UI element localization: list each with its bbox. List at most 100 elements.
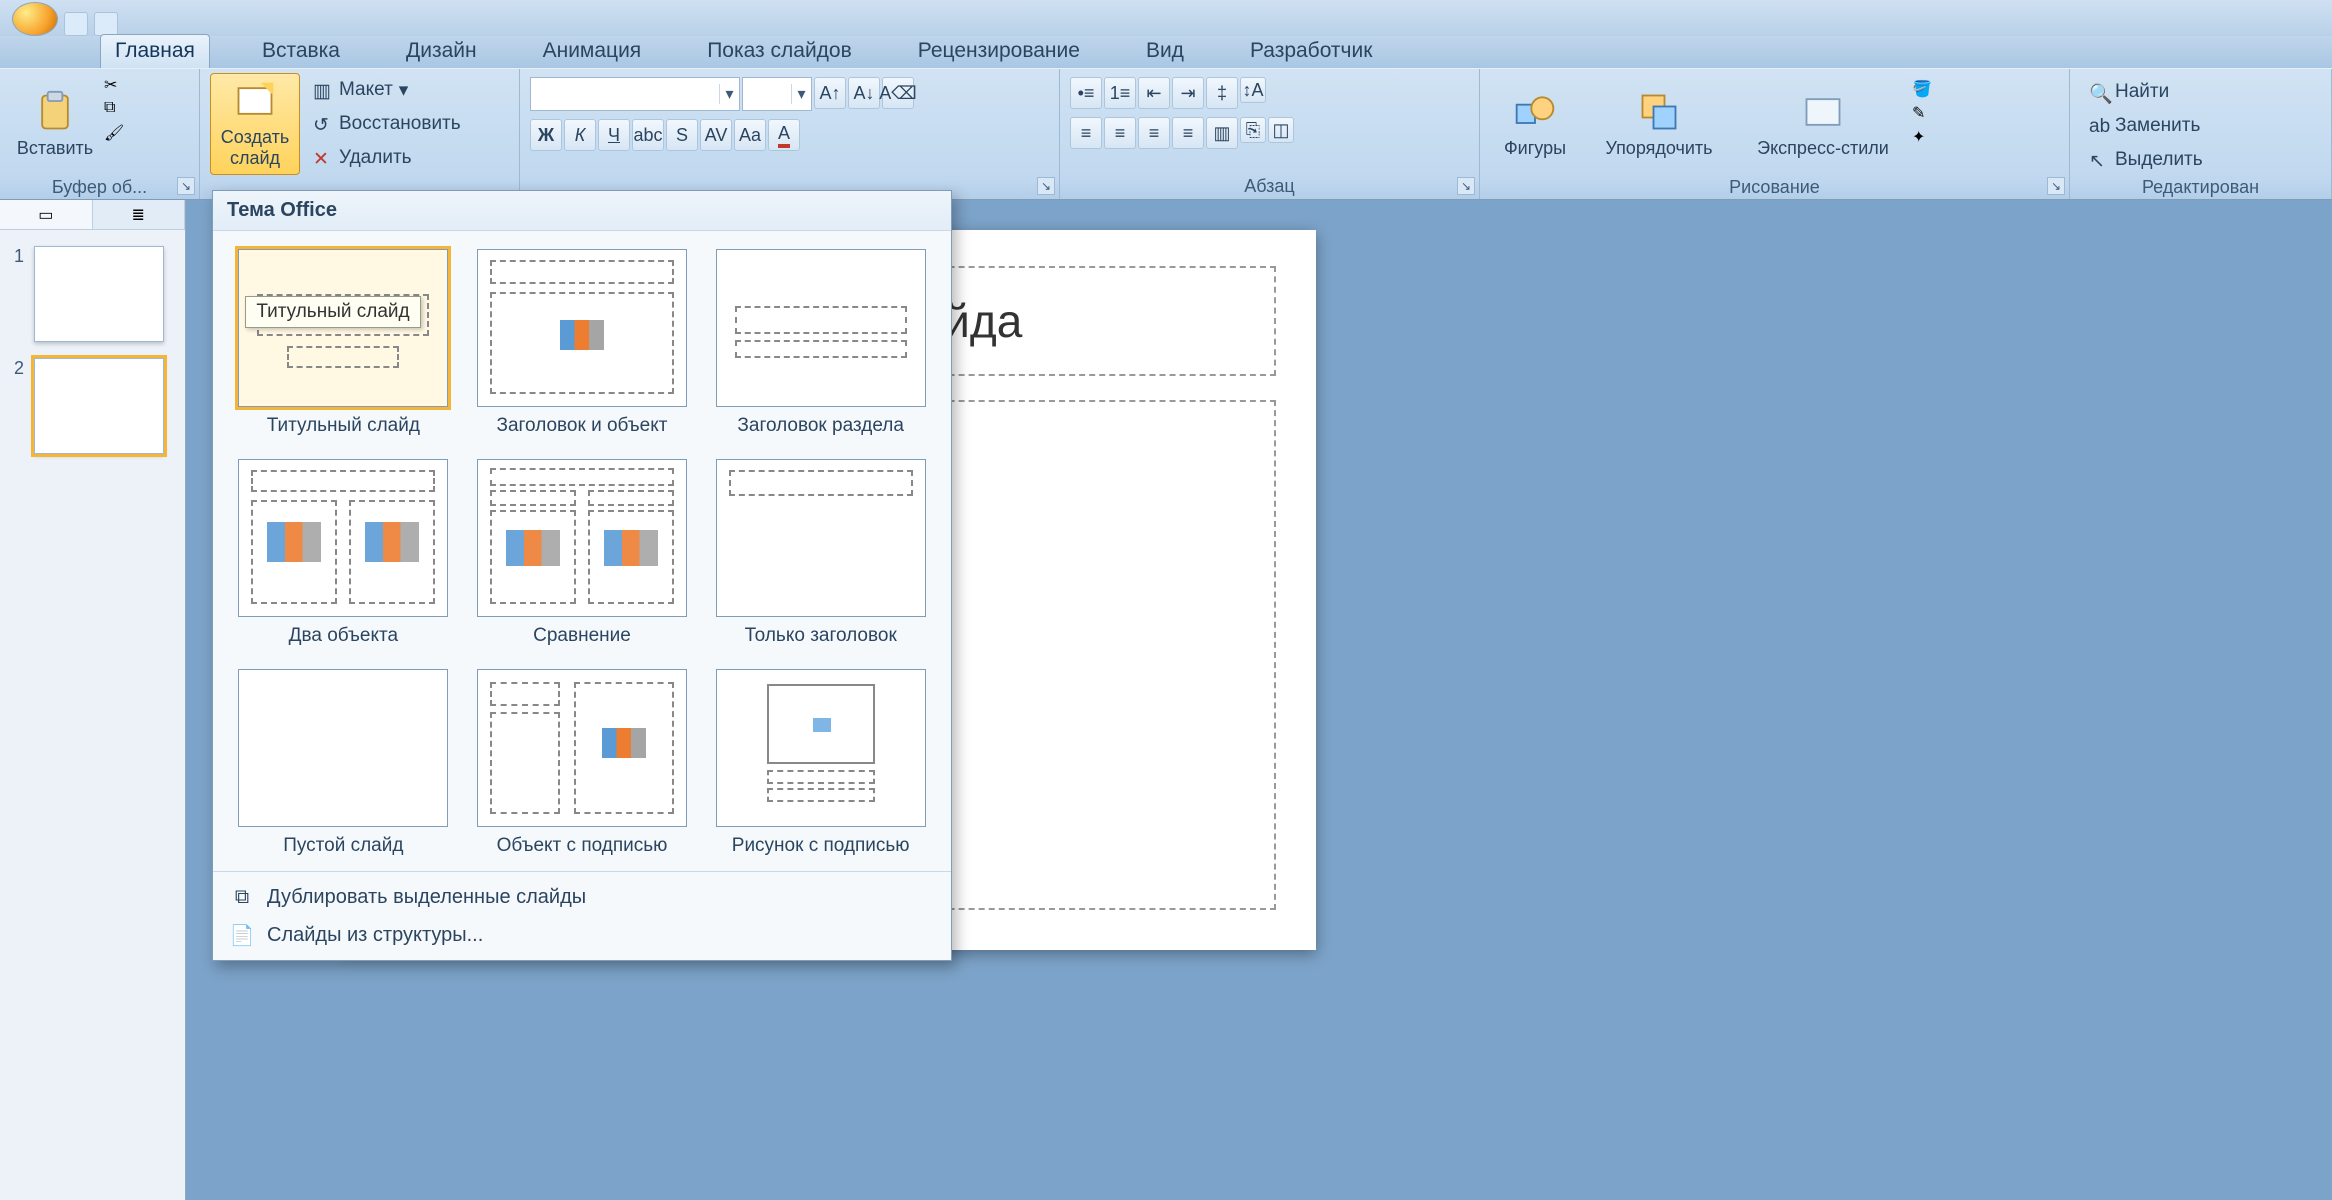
font-launcher-icon[interactable]: ↘ [1037, 177, 1055, 195]
outline-tab-icon[interactable]: ≣ [93, 200, 186, 229]
shape-fill-icon[interactable]: 🪣 [1912, 79, 1932, 99]
slide-thumb-1[interactable]: 1 [14, 246, 171, 342]
quick-styles-icon [1801, 90, 1845, 134]
bullets-icon[interactable]: •≡ [1070, 77, 1102, 109]
shadow-icon[interactable]: S [666, 119, 698, 151]
slide-thumb-2[interactable]: 2 [14, 358, 171, 454]
office-button[interactable] [12, 2, 58, 36]
paragraph-group-label: Абзац [1244, 176, 1295, 197]
shrink-font-icon[interactable]: A↓ [848, 77, 880, 109]
font-family-combo[interactable]: ▾ [530, 77, 740, 111]
shape-effects-icon[interactable]: ✦ [1912, 127, 1932, 147]
clear-format-icon[interactable]: A⌫ [882, 77, 914, 109]
align-justify-icon[interactable]: ≡ [1172, 117, 1204, 149]
strike-icon[interactable]: abc [632, 119, 664, 151]
paragraph-launcher-icon[interactable]: ↘ [1457, 177, 1475, 195]
slides-tab-icon[interactable]: ▭ [0, 200, 93, 229]
reset-button[interactable]: ↺Восстановить [304, 109, 470, 139]
editing-group-label: Редактирован [2142, 177, 2259, 198]
drawing-group-label: Рисование [1729, 177, 1820, 198]
layout-comparison[interactable]: Сравнение [472, 459, 693, 647]
paste-button[interactable]: Вставить [10, 73, 100, 175]
format-painter-icon[interactable]: 🖌 [104, 123, 124, 143]
tab-slideshow[interactable]: Показ слайдов [693, 35, 866, 68]
slides-from-outline-menu[interactable]: 📄 Слайды из структуры... [213, 916, 951, 954]
new-slide-button[interactable]: Создать слайд [210, 73, 300, 175]
ribbon-tabs: Главная Вставка Дизайн Анимация Показ сл… [0, 36, 2332, 68]
char-spacing-icon[interactable]: AV [700, 119, 732, 151]
text-direction-icon[interactable]: ↕A [1240, 77, 1266, 103]
smartart-icon[interactable]: ◫ [1268, 117, 1294, 143]
shapes-icon [1513, 90, 1557, 134]
cut-icon[interactable]: ✂ [104, 75, 124, 95]
group-paragraph: •≡ 1≡ ⇤ ⇥ ‡ ↕A ≡ ≡ ≡ ≡ ▥ ⎘ ◫ Абзац ↘ [1060, 69, 1480, 199]
layout-picture-caption[interactable]: Рисунок с подписью [710, 669, 931, 857]
indent-dec-icon[interactable]: ⇤ [1138, 77, 1170, 109]
italic-icon[interactable]: К [564, 119, 596, 151]
quick-access-toolbar [0, 0, 2332, 36]
layout-title-content[interactable]: Заголовок и объект [472, 249, 693, 437]
layout-blank[interactable]: Пустой слайд [233, 669, 454, 857]
find-icon: 🔍 [2089, 82, 2109, 102]
tab-view[interactable]: Вид [1132, 35, 1198, 68]
shape-outline-icon[interactable]: ✎ [1912, 103, 1932, 123]
tab-design[interactable]: Дизайн [392, 35, 491, 68]
outline-import-icon: 📄 [229, 922, 255, 948]
tab-animation[interactable]: Анимация [529, 35, 656, 68]
replace-icon: ab [2089, 116, 2109, 136]
align-left-icon[interactable]: ≡ [1070, 117, 1102, 149]
qat-undo-icon[interactable] [94, 12, 118, 36]
layout-icon: ▥ [313, 80, 333, 100]
replace-button[interactable]: abЗаменить [2080, 111, 2212, 141]
tab-developer[interactable]: Разработчик [1236, 35, 1386, 68]
columns-icon[interactable]: ▥ [1206, 117, 1238, 149]
change-case-icon[interactable]: Aa [734, 119, 766, 151]
tab-home[interactable]: Главная [100, 34, 210, 68]
arrange-icon [1637, 90, 1681, 134]
layout-two-content[interactable]: Два объекта [233, 459, 454, 647]
gallery-header: Тема Office [213, 191, 951, 231]
clipboard-launcher-icon[interactable]: ↘ [177, 177, 195, 195]
duplicate-slides-menu[interactable]: ⧉ Дублировать выделенные слайды [213, 878, 951, 916]
font-color-icon[interactable]: A [768, 119, 800, 151]
clipboard-icon [33, 90, 77, 134]
arrange-button[interactable]: Упорядочить [1584, 73, 1734, 175]
drawing-launcher-icon[interactable]: ↘ [2047, 177, 2065, 195]
layout-title-slide[interactable]: Титульный слайд Титульный слайд [233, 249, 454, 437]
line-spacing-icon[interactable]: ‡ [1206, 77, 1238, 109]
layout-content-caption[interactable]: Объект с подписью [472, 669, 693, 857]
numbering-icon[interactable]: 1≡ [1104, 77, 1136, 109]
group-slides: Создать слайд ▥Макет ▾ ↺Восстановить ✕Уд… [200, 69, 520, 199]
tab-insert[interactable]: Вставка [248, 35, 354, 68]
clipboard-group-label: Буфер об... [52, 177, 147, 198]
align-right-icon[interactable]: ≡ [1138, 117, 1170, 149]
align-text-icon[interactable]: ⎘ [1240, 117, 1266, 143]
copy-icon[interactable]: ⧉ [104, 99, 124, 119]
gallery-footer: ⧉ Дублировать выделенные слайды 📄 Слайды… [213, 871, 951, 960]
group-drawing: Фигуры Упорядочить Экспресс-стили 🪣 ✎ ✦ … [1480, 69, 2070, 199]
layout-button[interactable]: ▥Макет ▾ [304, 75, 470, 105]
slide-panel: ▭ ≣ 1 2 [0, 200, 186, 1200]
find-button[interactable]: 🔍Найти [2080, 77, 2212, 107]
grow-font-icon[interactable]: A↑ [814, 77, 846, 109]
delete-button[interactable]: ✕Удалить [304, 143, 470, 173]
layout-title-only[interactable]: Только заголовок [710, 459, 931, 647]
underline-icon[interactable]: Ч [598, 119, 630, 151]
reset-icon: ↺ [313, 114, 333, 134]
delete-icon: ✕ [313, 148, 333, 168]
qat-save-icon[interactable] [64, 12, 88, 36]
chevron-down-icon: ▾ [399, 79, 409, 102]
group-font: ▾ ▾ A↑ A↓ A⌫ Ж К Ч abc S AV Aa A ↘ [520, 69, 1060, 199]
indent-inc-icon[interactable]: ⇥ [1172, 77, 1204, 109]
font-size-combo[interactable]: ▾ [742, 77, 812, 111]
shapes-button[interactable]: Фигуры [1490, 73, 1580, 175]
tab-review[interactable]: Рецензирование [904, 35, 1094, 68]
group-editing: 🔍Найти abЗаменить ↖Выделить Редактирован [2070, 69, 2332, 199]
select-icon: ↖ [2089, 150, 2109, 170]
select-button[interactable]: ↖Выделить [2080, 145, 2212, 175]
bold-icon[interactable]: Ж [530, 119, 562, 151]
group-clipboard: Вставить ✂ ⧉ 🖌 Буфер об... ↘ [0, 69, 200, 199]
layout-section-header[interactable]: Заголовок раздела [710, 249, 931, 437]
quick-styles-button[interactable]: Экспресс-стили [1738, 73, 1908, 175]
align-center-icon[interactable]: ≡ [1104, 117, 1136, 149]
